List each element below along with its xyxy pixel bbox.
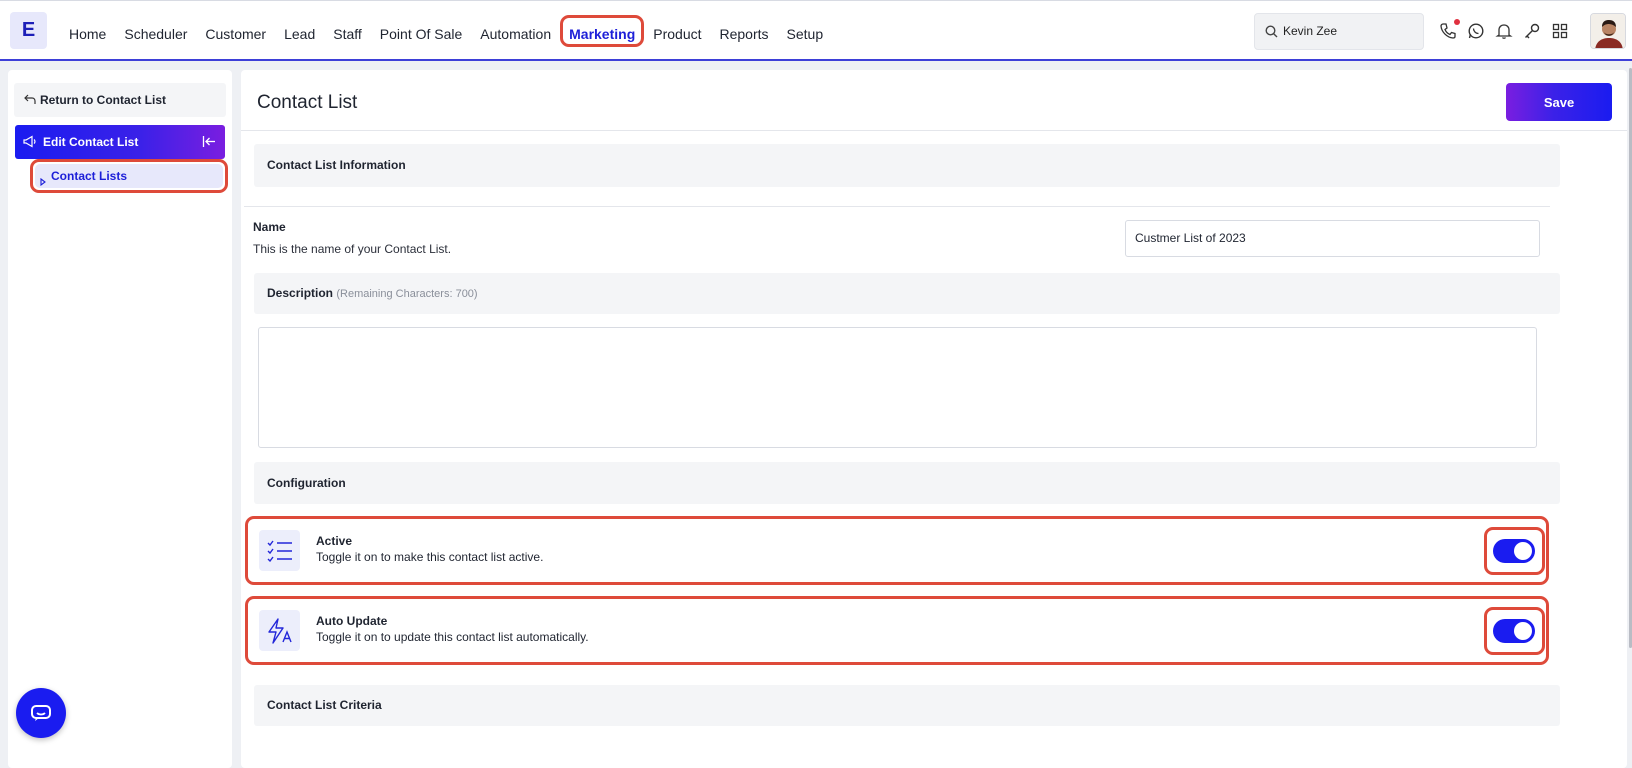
active-description: Toggle it on to make this contact list a… [316, 550, 544, 564]
bell-icon[interactable] [1494, 21, 1514, 41]
nav-item-staff[interactable]: Staff [324, 15, 371, 47]
nav-item-product[interactable]: Product [644, 15, 710, 47]
main-panel: Contact List Save Contact List Informati… [241, 70, 1627, 768]
divider [241, 130, 1627, 131]
section-configuration: Configuration [254, 462, 1560, 504]
auto-update-toggle-highlight [1484, 607, 1545, 655]
nav-item-setup[interactable]: Setup [778, 15, 833, 47]
name-input[interactable]: Custmer List of 2023 [1125, 220, 1540, 257]
toggle-knob [1514, 542, 1532, 560]
section-description: Description (Remaining Characters: 700) [254, 273, 1560, 314]
sidebar: Return to Contact List Edit Contact List… [8, 70, 232, 768]
nav-item-customer[interactable]: Customer [196, 15, 275, 47]
active-toggle-highlight [1484, 527, 1545, 575]
auto-update-setting-row: Auto Update Toggle it on to update this … [245, 596, 1549, 665]
nav-item-reports[interactable]: Reports [711, 15, 778, 47]
page-title: Contact List [257, 92, 358, 113]
save-button[interactable]: Save [1506, 83, 1612, 121]
active-toggle[interactable] [1493, 539, 1535, 563]
active-title: Active [316, 534, 353, 548]
remaining-characters: (Remaining Characters: 700) [336, 288, 478, 300]
whatsapp-icon[interactable] [1466, 21, 1486, 41]
checklist-icon [259, 530, 300, 571]
nav-item-automation[interactable]: Automation [471, 15, 560, 47]
description-label-row: Description (Remaining Characters: 700) [267, 273, 478, 315]
section-title: Configuration [267, 476, 346, 490]
chat-support-button[interactable] [16, 688, 66, 738]
section-title: Contact List Information [267, 158, 406, 172]
description-textarea[interactable] [258, 327, 1537, 448]
auto-update-description: Toggle it on to update this contact list… [316, 630, 589, 644]
top-navigation-bar: E Home Scheduler Customer Lead Staff Poi… [0, 0, 1632, 61]
section-contact-list-criteria: Contact List Criteria [254, 685, 1560, 726]
notification-dot [1454, 19, 1460, 25]
nav-item-scheduler[interactable]: Scheduler [115, 15, 196, 47]
edit-contact-list-tab[interactable]: Edit Contact List [15, 125, 225, 159]
phone-icon[interactable] [1438, 19, 1460, 41]
auto-update-icon [259, 610, 300, 651]
sidebar-item-label: Contact Lists [51, 169, 128, 183]
section-contact-list-information: Contact List Information [254, 144, 1560, 187]
caret-right-icon [40, 173, 46, 191]
auto-update-toggle[interactable] [1493, 619, 1535, 643]
name-help-text: This is the name of your Contact List. [253, 242, 452, 256]
divider [244, 206, 1550, 207]
return-arrow-icon [24, 94, 36, 108]
auto-update-title: Auto Update [316, 614, 388, 628]
key-icon[interactable] [1522, 21, 1542, 41]
nav-item-point-of-sale[interactable]: Point Of Sale [371, 15, 472, 47]
app-logo[interactable]: E [10, 12, 47, 49]
megaphone-icon [23, 135, 37, 151]
toggle-knob [1514, 622, 1532, 640]
return-link-label: Return to Contact List [40, 93, 166, 107]
active-setting-row: Active Toggle it on to make this contact… [245, 516, 1549, 585]
nav-item-lead[interactable]: Lead [275, 15, 324, 47]
edit-tab-label: Edit Contact List [43, 135, 139, 149]
description-label: Description [267, 286, 334, 300]
chat-icon [31, 705, 51, 721]
search-icon [1265, 25, 1278, 43]
sidebar-item-contact-lists-body: Contact Lists [35, 164, 223, 188]
collapse-sidebar-icon[interactable] [202, 135, 216, 151]
nav-item-home[interactable]: Home [60, 15, 115, 47]
grid-icon[interactable] [1550, 21, 1570, 41]
main-nav: Home Scheduler Customer Lead Staff Point… [60, 15, 832, 47]
global-search[interactable]: Kevin Zee [1254, 13, 1424, 50]
section-title: Contact List Criteria [267, 698, 382, 712]
sidebar-item-contact-lists[interactable]: Contact Lists [30, 159, 228, 193]
search-input[interactable]: Kevin Zee [1283, 14, 1337, 49]
nav-item-marketing[interactable]: Marketing [560, 15, 645, 47]
user-avatar[interactable] [1590, 13, 1626, 49]
return-to-contact-list-link[interactable]: Return to Contact List [14, 83, 226, 117]
name-label: Name [253, 220, 286, 234]
